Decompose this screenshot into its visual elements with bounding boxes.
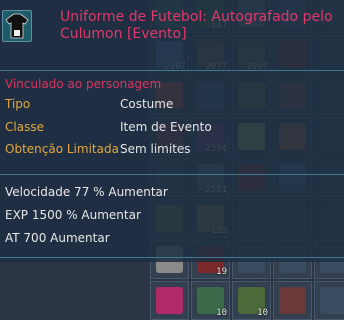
- inventory-slot[interactable]: [273, 281, 312, 320]
- inventory-slot[interactable]: 10: [232, 281, 271, 320]
- inventory-slot[interactable]: 10: [191, 281, 230, 320]
- stat-attack: AT 700 Aumentar: [5, 231, 110, 245]
- inventory-slot[interactable]: [314, 281, 344, 320]
- inventory-item-icon: [279, 287, 306, 314]
- property-label: Tipo: [5, 97, 31, 111]
- item-count: 10: [216, 308, 227, 318]
- property-label: Obtenção Limitada: [5, 142, 119, 156]
- stat-speed: Velocidade 77 % Aumentar: [5, 185, 168, 199]
- item-count: 10: [257, 308, 268, 318]
- item-tooltip: Uniforme de Futebol: Autografado pelo Cu…: [0, 0, 344, 262]
- inventory-slot[interactable]: [150, 281, 189, 320]
- property-value: Sem limites: [120, 142, 191, 156]
- inventory-item-icon: [156, 287, 183, 314]
- jersey-icon: [2, 10, 32, 42]
- item-name: Uniforme de Futebol: Autografado pelo Cu…: [60, 9, 333, 42]
- divider: [0, 257, 344, 258]
- tooltip-header: Uniforme de Futebol: Autografado pelo Cu…: [0, 0, 344, 74]
- binding-status: Vinculado ao personagem: [5, 77, 162, 91]
- property-value: Item de Evento: [120, 120, 212, 134]
- inventory-item-icon: [320, 287, 344, 314]
- property-value: Costume: [120, 97, 174, 111]
- property-label: Classe: [5, 120, 44, 134]
- divider: [0, 174, 344, 175]
- stat-exp: EXP 1500 % Aumentar: [5, 208, 141, 222]
- divider: [0, 70, 344, 71]
- item-count: 19: [216, 267, 227, 277]
